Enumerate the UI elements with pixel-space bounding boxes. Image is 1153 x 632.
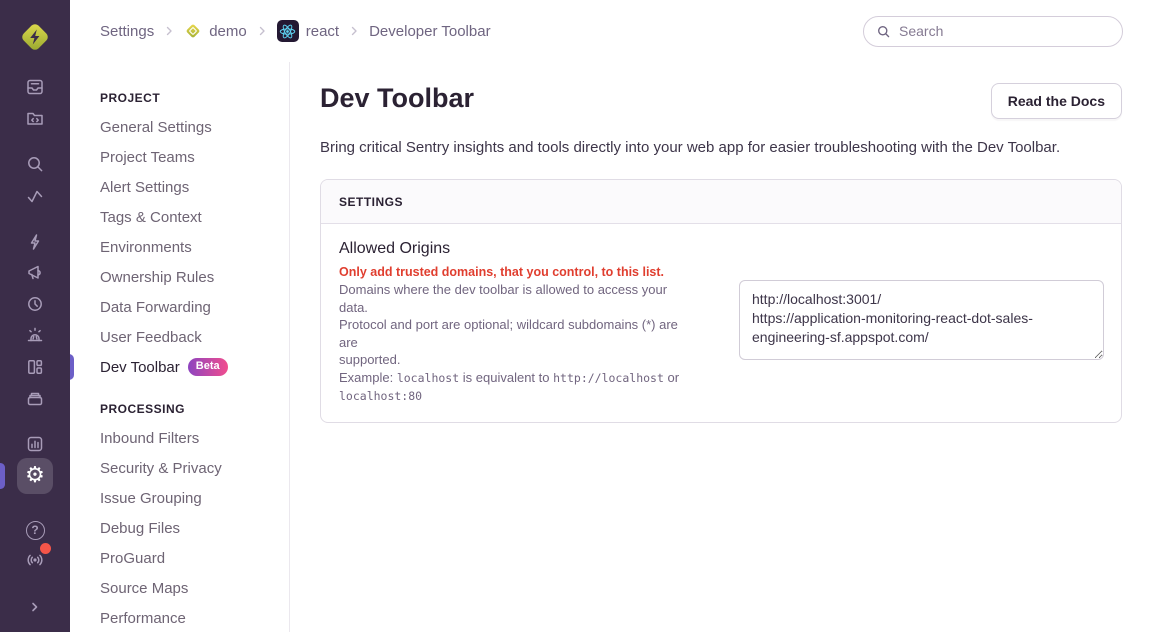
- sidebar-section-project: PROJECT: [100, 90, 289, 106]
- notification-dot: [40, 543, 51, 554]
- breadcrumb-label: Developer Toolbar: [369, 23, 490, 40]
- sidebar-item-environments[interactable]: Environments: [100, 232, 289, 262]
- whats-new-broadcast-icon[interactable]: [20, 545, 50, 575]
- breadcrumb-org-demo[interactable]: demo: [184, 22, 247, 40]
- sidebar-item-alert-settings[interactable]: Alert Settings: [100, 172, 289, 202]
- sidebar-item-user-feedback[interactable]: User Feedback: [100, 322, 289, 352]
- read-the-docs-button[interactable]: Read the Docs: [991, 83, 1122, 119]
- sidebar-item-project-teams[interactable]: Project Teams: [100, 142, 289, 172]
- help-icon[interactable]: ?: [20, 515, 50, 545]
- main-content: Dev Toolbar Read the Docs Bring critical…: [290, 62, 1153, 632]
- breadcrumb: Settings demo: [100, 20, 491, 42]
- settings-gear-icon[interactable]: ⚙: [17, 458, 53, 494]
- code-http-localhost: http://localhost: [553, 371, 664, 385]
- allowed-origins-warning: Only add trusted domains, that you contr…: [339, 265, 699, 279]
- chevron-right-icon: [256, 25, 268, 37]
- panel-header: SETTINGS: [321, 180, 1121, 224]
- page-title: Dev Toolbar: [320, 83, 474, 114]
- react-project-icon: [277, 20, 299, 42]
- allowed-origins-example: Example: localhost is equivalent to http…: [339, 369, 699, 406]
- sidebar-item-data-forwarding[interactable]: Data Forwarding: [100, 292, 289, 322]
- alerts-bolt-icon[interactable]: [20, 227, 50, 257]
- sidebar-item-dev-toolbar[interactable]: Dev Toolbar Beta: [100, 352, 289, 382]
- search-box[interactable]: [863, 16, 1123, 47]
- sidebar-item-source-maps[interactable]: Source Maps: [100, 573, 289, 603]
- sentry-logo[interactable]: [18, 20, 52, 54]
- allowed-origins-textarea[interactable]: http://localhost:3001/ https://applicati…: [739, 280, 1104, 360]
- beta-badge: Beta: [188, 358, 228, 376]
- dashboards-icon[interactable]: [20, 352, 50, 382]
- sidebar-item-tags-context[interactable]: Tags & Context: [100, 202, 289, 232]
- breadcrumb-label: react: [306, 23, 339, 40]
- sidebar-item-debug-files[interactable]: Debug Files: [100, 513, 289, 543]
- chevron-right-icon: [348, 25, 360, 37]
- sidebar-item-issue-grouping[interactable]: Issue Grouping: [100, 483, 289, 513]
- org-demo-icon: [184, 22, 202, 40]
- stats-icon[interactable]: [20, 429, 50, 459]
- breadcrumb-label: demo: [209, 23, 247, 40]
- page-description: Bring critical Sentry insights and tools…: [290, 139, 1153, 156]
- breadcrumb-settings[interactable]: Settings: [100, 23, 154, 40]
- replays-clock-icon[interactable]: [20, 289, 50, 319]
- sidebar-item-proguard[interactable]: ProGuard: [100, 543, 289, 573]
- performance-pulse-icon[interactable]: [20, 181, 50, 211]
- sentry-logo-icon: [18, 20, 52, 54]
- collapse-chevron-icon[interactable]: [20, 592, 50, 622]
- sidebar-item-ownership-rules[interactable]: Ownership Rules: [100, 262, 289, 292]
- sidebar-item-general-settings[interactable]: General Settings: [100, 112, 289, 142]
- allowed-origins-label: Allowed Origins: [339, 240, 699, 258]
- sidebar-item-performance[interactable]: Performance: [100, 603, 289, 632]
- releases-archive-icon[interactable]: [20, 383, 50, 413]
- settings-panel: SETTINGS Allowed Origins Only add truste…: [320, 179, 1122, 423]
- projects-icon[interactable]: [20, 103, 50, 133]
- breadcrumb-developer-toolbar: Developer Toolbar: [369, 23, 490, 40]
- allowed-origins-help: Domains where the dev toolbar is allowed…: [339, 281, 699, 369]
- breadcrumb-project-react[interactable]: react: [277, 20, 339, 42]
- top-bar: Settings demo: [70, 0, 1153, 62]
- rail-active-indicator: [0, 463, 5, 489]
- sidebar-item-inbound-filters[interactable]: Inbound Filters: [100, 423, 289, 453]
- allowed-origins-field-row: Allowed Origins Only add trusted domains…: [321, 224, 1121, 422]
- search-icon: [876, 24, 891, 39]
- crons-alarm-icon[interactable]: [20, 320, 50, 350]
- settings-sidebar: PROJECT General Settings Project Teams A…: [70, 62, 290, 632]
- feedback-megaphone-icon[interactable]: [20, 258, 50, 288]
- sidebar-item-security-privacy[interactable]: Security & Privacy: [100, 453, 289, 483]
- breadcrumb-label: Settings: [100, 23, 154, 40]
- issues-icon[interactable]: [20, 72, 50, 102]
- icon-rail: ⚙ ?: [0, 0, 70, 632]
- code-localhost: localhost: [397, 371, 459, 385]
- code-localhost-80: localhost:80: [339, 389, 422, 403]
- explore-search-icon[interactable]: [20, 149, 50, 179]
- chevron-right-icon: [163, 25, 175, 37]
- search-input[interactable]: [899, 23, 1110, 39]
- sidebar-section-processing: PROCESSING: [100, 401, 289, 417]
